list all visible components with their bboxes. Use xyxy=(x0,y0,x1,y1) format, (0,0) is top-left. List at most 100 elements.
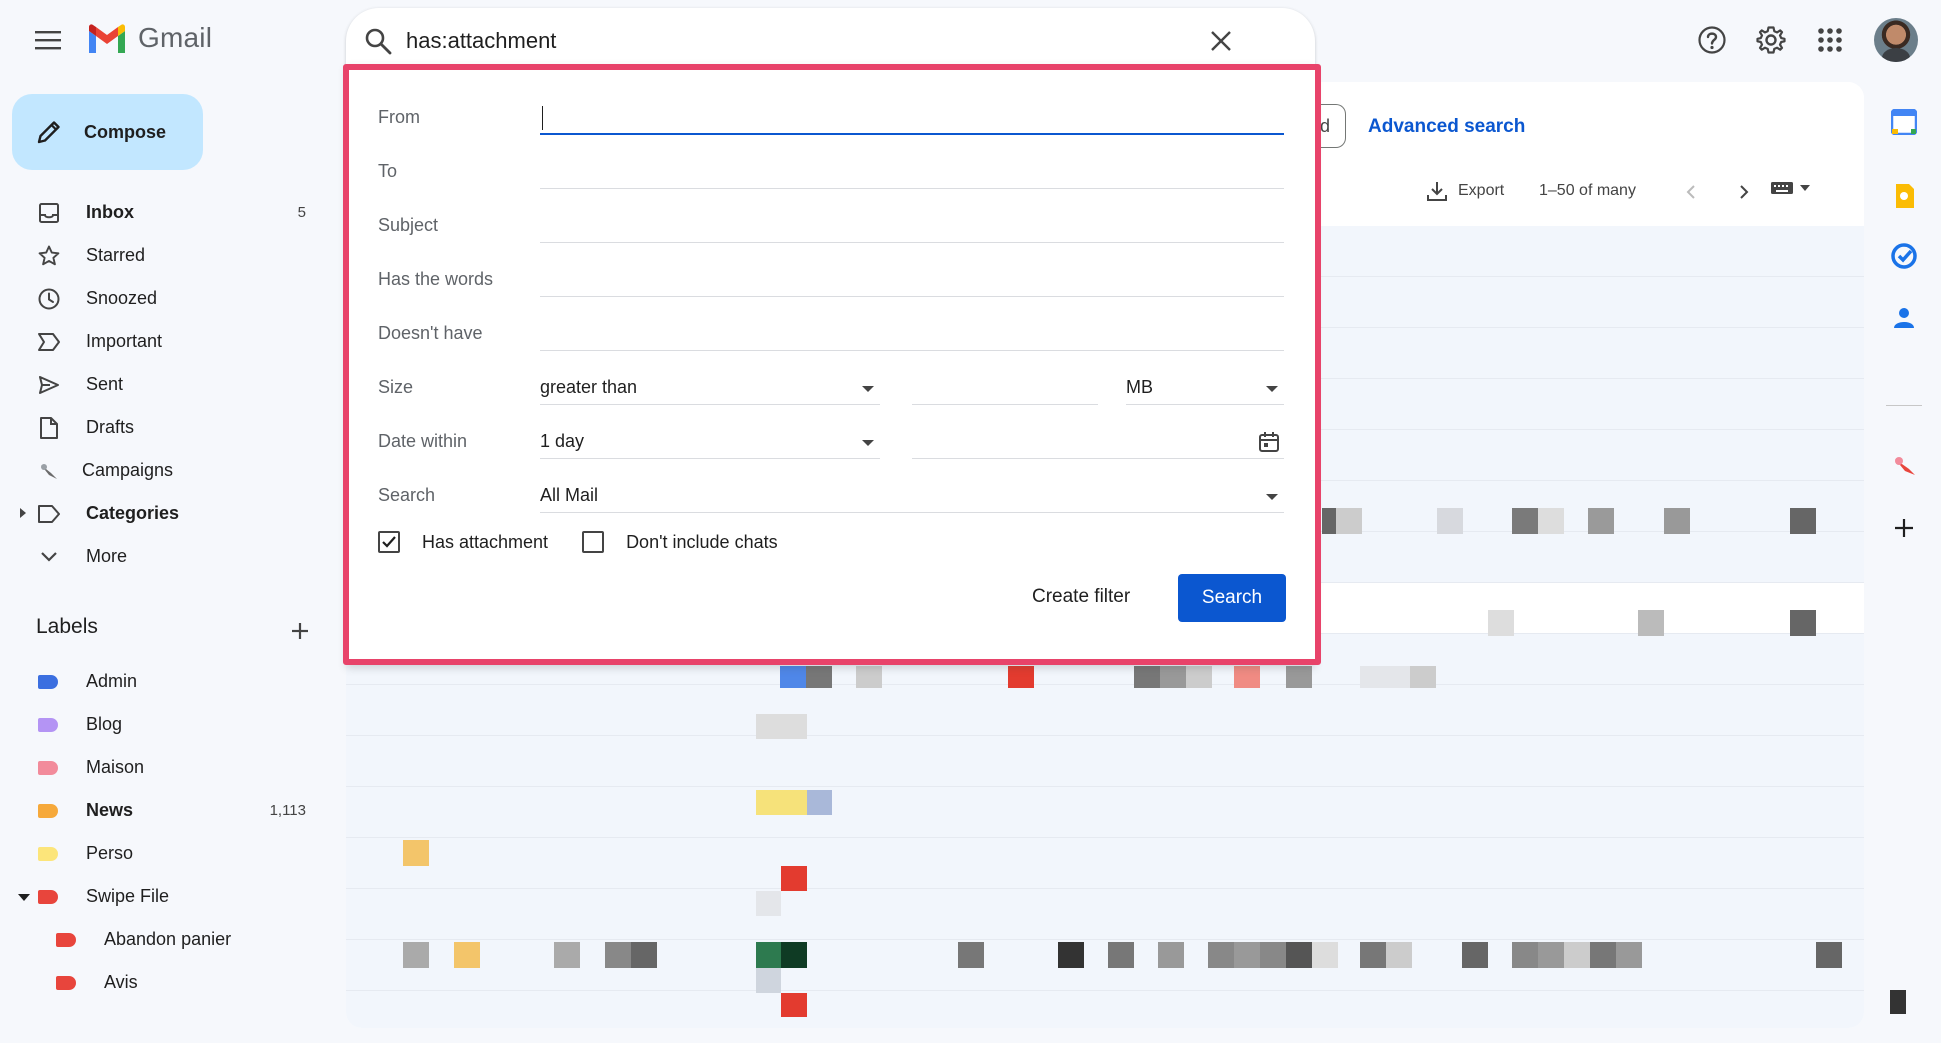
sidebar-item-label: More xyxy=(86,546,128,566)
export-label: Export xyxy=(1458,182,1505,199)
account-avatar[interactable] xyxy=(1874,18,1918,62)
has-words-row: Has the words xyxy=(378,257,1288,297)
clock-icon xyxy=(38,288,60,309)
mail-row[interactable] xyxy=(346,685,1864,736)
calendar-app-button[interactable] xyxy=(1880,98,1928,146)
doesnt-have-row: Doesn't have xyxy=(378,311,1288,351)
keep-app-button[interactable] xyxy=(1880,172,1928,220)
sidebar-item-important[interactable]: Important xyxy=(0,320,330,363)
label-tag-icon xyxy=(38,846,58,861)
to-input[interactable] xyxy=(540,155,1284,189)
sidebar-item-sent[interactable]: Sent xyxy=(0,363,330,406)
search-scope-select[interactable]: All Mail xyxy=(540,479,1284,513)
download-icon xyxy=(1427,182,1447,201)
has-attachment-checkbox[interactable] xyxy=(378,531,400,553)
date-input[interactable] xyxy=(912,425,1284,459)
inbox-icon xyxy=(39,202,59,223)
contacts-app-button[interactable] xyxy=(1880,294,1928,342)
size-unit-select[interactable]: MB xyxy=(1126,371,1284,405)
size-operator-select[interactable]: greater than xyxy=(540,371,880,405)
create-filter-button[interactable]: Create filter xyxy=(1032,586,1130,608)
previous-page-button[interactable] xyxy=(1675,176,1707,208)
tasks-icon xyxy=(1891,243,1917,269)
gmail-logo[interactable]: Gmail xyxy=(86,22,212,54)
checkmark-icon xyxy=(382,536,396,548)
label-tag-icon xyxy=(38,889,58,904)
date-row: Date within 1 day xyxy=(378,419,1288,459)
label-tag-icon xyxy=(56,932,76,947)
search-icon[interactable] xyxy=(364,27,392,55)
label-name: Maison xyxy=(86,757,145,777)
side-panel-toggle[interactable] xyxy=(1890,990,1906,1014)
search-button[interactable]: Search xyxy=(1178,574,1286,622)
label-blog[interactable]: Blog xyxy=(0,703,330,746)
mail-row[interactable] xyxy=(346,736,1864,787)
from-input[interactable] xyxy=(540,101,1284,135)
apps-button[interactable] xyxy=(1808,18,1852,62)
search-input[interactable] xyxy=(406,22,1206,60)
label-avis[interactable]: Avis xyxy=(0,961,330,1004)
labels-title: Labels xyxy=(36,615,98,638)
export-button[interactable]: Export xyxy=(1426,180,1504,202)
sidebar-item-more[interactable]: More xyxy=(0,535,330,578)
subject-input[interactable] xyxy=(540,209,1284,243)
label-perso[interactable]: Perso xyxy=(0,832,330,875)
sidebar-item-label: Campaigns xyxy=(82,460,174,480)
important-icon xyxy=(38,332,60,351)
sidebar-item-inbox[interactable]: Inbox 5 xyxy=(0,191,330,234)
dropdown-arrow-icon xyxy=(1266,386,1278,392)
expand-caret-icon[interactable] xyxy=(20,508,26,518)
collapse-caret-icon[interactable] xyxy=(18,894,30,901)
search-scope-value: All Mail xyxy=(540,485,599,505)
help-button[interactable] xyxy=(1690,18,1734,62)
search-scope-row: Search All Mail xyxy=(378,473,1288,513)
mail-row[interactable] xyxy=(346,889,1864,940)
sidebar-item-starred[interactable]: Starred xyxy=(0,234,330,277)
compose-button[interactable]: Compose xyxy=(12,94,203,170)
date-range-select[interactable]: 1 day xyxy=(540,425,880,459)
label-admin[interactable]: Admin xyxy=(0,660,330,703)
doesnt-have-input[interactable] xyxy=(540,317,1284,351)
dont-include-chats-checkbox[interactable] xyxy=(582,531,605,553)
clear-search-button[interactable] xyxy=(1202,22,1240,60)
calendar-icon xyxy=(1891,109,1917,135)
addon-app-button[interactable] xyxy=(1880,442,1928,490)
apps-grid-icon xyxy=(1818,28,1842,52)
mail-row[interactable] xyxy=(346,787,1864,838)
search-scope-label: Search xyxy=(378,485,436,505)
get-addons-button[interactable] xyxy=(1880,504,1928,552)
label-name: Avis xyxy=(104,972,138,992)
sidebar-item-drafts[interactable]: Drafts xyxy=(0,406,330,449)
advanced-search-link[interactable]: Advanced search xyxy=(1368,116,1525,138)
to-label: To xyxy=(378,161,398,181)
has-attachment-label: Has attachment xyxy=(422,531,549,552)
mail-row[interactable] xyxy=(346,991,1864,1028)
sidebar-item-campaigns[interactable]: Campaigns xyxy=(0,449,330,492)
pencil-icon xyxy=(37,121,60,144)
tasks-app-button[interactable] xyxy=(1880,232,1928,280)
label-name: Abandon panier xyxy=(104,929,232,949)
side-panel xyxy=(1868,82,1941,1028)
label-news[interactable]: News 1,113 xyxy=(0,789,330,832)
input-tools-button[interactable] xyxy=(1770,180,1810,196)
main-menu-button[interactable] xyxy=(26,18,70,62)
campaigns-icon xyxy=(41,463,57,479)
label-swipe-file[interactable]: Swipe File xyxy=(0,875,330,918)
sidebar-item-label: Important xyxy=(86,331,163,351)
sidebar-item-categories[interactable]: Categories xyxy=(0,492,330,535)
text-cursor xyxy=(542,106,543,130)
has-words-input[interactable] xyxy=(540,263,1284,297)
create-label-button[interactable] xyxy=(284,615,316,647)
label-maison[interactable]: Maison xyxy=(0,746,330,789)
label-name: Admin xyxy=(86,671,138,691)
next-page-button[interactable] xyxy=(1728,176,1760,208)
has-words-label: Has the words xyxy=(378,269,494,289)
size-value-input[interactable] xyxy=(912,371,1098,405)
mail-row[interactable] xyxy=(346,838,1864,889)
date-picker-button[interactable] xyxy=(1258,431,1282,455)
sidebar-item-snoozed[interactable]: Snoozed xyxy=(0,277,330,320)
label-abandon-panier[interactable]: Abandon panier xyxy=(0,918,330,961)
labels-header: Labels xyxy=(36,615,316,647)
settings-button[interactable] xyxy=(1749,18,1793,62)
from-label: From xyxy=(378,107,420,127)
